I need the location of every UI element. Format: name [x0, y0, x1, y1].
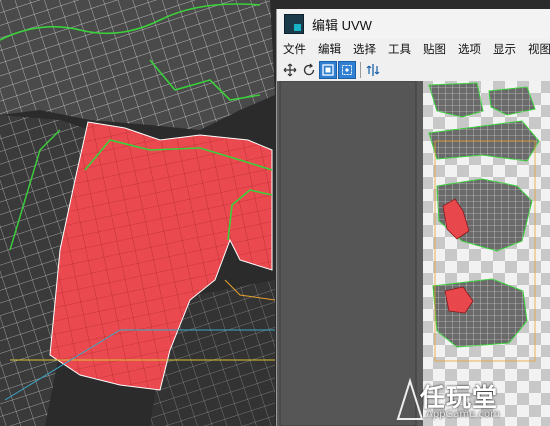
toolbar	[277, 59, 550, 80]
menu-edit[interactable]: 编辑	[312, 41, 347, 57]
menu-select[interactable]: 选择	[347, 41, 382, 57]
mirror-icon	[366, 63, 380, 76]
freeform-icon	[342, 64, 352, 75]
scale-icon	[322, 63, 334, 76]
move-tool-button[interactable]	[281, 61, 299, 79]
toolbar-separator	[360, 61, 361, 78]
uvw-editor-window[interactable]: 编辑 UVW 文件 编辑 选择 工具 贴图 选项 显示 视图	[276, 9, 550, 426]
menu-bar: 文件 编辑 选择 工具 贴图 选项 显示 视图	[277, 39, 550, 59]
mirror-tool-button[interactable]	[364, 61, 382, 79]
freeform-tool-button[interactable]	[338, 60, 356, 79]
menu-file[interactable]: 文件	[277, 41, 312, 57]
scale-tool-button[interactable]	[319, 60, 337, 79]
title-bar[interactable]: 编辑 UVW	[277, 9, 550, 39]
rotate-icon	[303, 63, 315, 75]
menu-mapping[interactable]: 贴图	[417, 41, 452, 57]
menu-tools[interactable]: 工具	[382, 41, 417, 57]
app-icon	[284, 14, 304, 34]
watermark-triangle-icon	[396, 377, 424, 420]
menu-view[interactable]: 视图	[522, 41, 550, 57]
menu-options[interactable]: 选项	[452, 41, 487, 57]
rotate-tool-button[interactable]	[300, 61, 318, 79]
watermark-site: AppGame.com	[426, 409, 500, 420]
menu-display[interactable]: 显示	[487, 41, 522, 57]
move-icon	[283, 63, 297, 76]
window-title: 编辑 UVW	[312, 17, 372, 33]
